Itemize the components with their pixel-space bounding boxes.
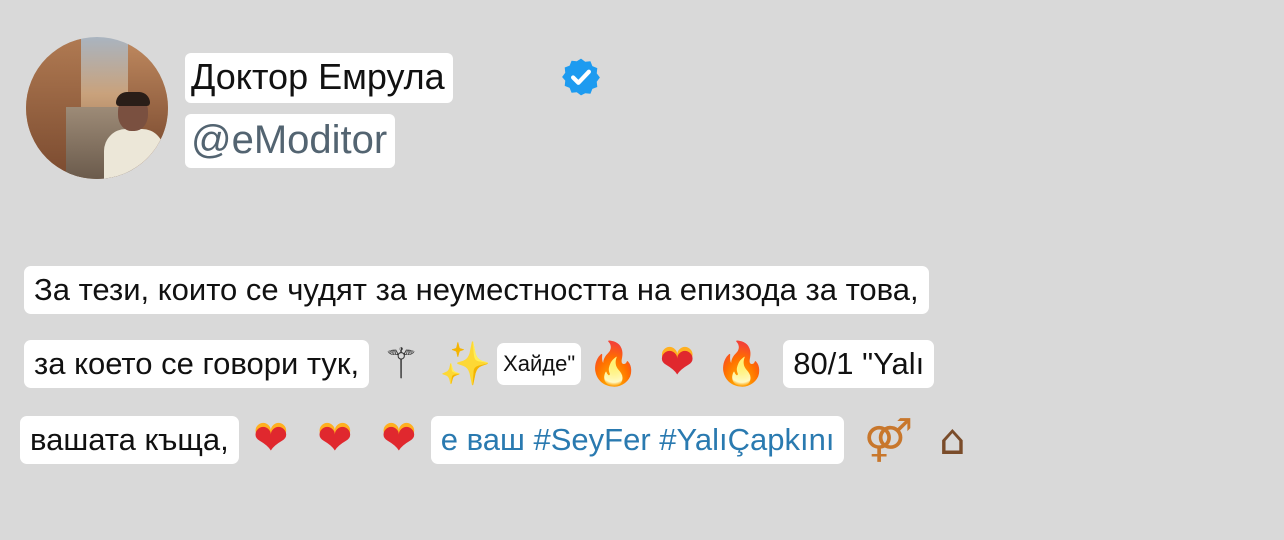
avatar[interactable] (26, 37, 168, 179)
tweet-text: За тези, които се чудят за неуместността… (24, 266, 929, 314)
avatar-photo-person (104, 129, 164, 179)
author-name[interactable]: Доктор Емрула (185, 53, 453, 103)
tweet-line-2: за което се говори тук, ⚚ ✨ Хайде" 🔥 ❤ 🔥… (24, 339, 935, 388)
avatar-photo-hair (116, 92, 150, 106)
tweet-line-3: вашата къща, ❤ ❤ ❤ е ваш #SeyFer #YalıÇa… (20, 416, 984, 464)
heart-on-fire-icon: ❤ (317, 415, 353, 464)
magic-wand-icon: ⚚ (382, 339, 420, 388)
heart-on-fire-icon: ❤ (381, 415, 417, 464)
couple-icon: ⚤ (863, 415, 914, 464)
fire-icon: 🔥 (587, 339, 640, 388)
heart-on-fire-icon: ❤ (659, 339, 695, 388)
hashtag-link[interactable]: е ваш #SeyFer #YalıÇapkını (430, 416, 845, 464)
tweet-text: Хайде" (497, 343, 582, 385)
tweet-text: 80/1 "Yalı (783, 340, 935, 388)
sparkles-icon: ✨ (439, 339, 492, 388)
author-handle[interactable]: @eModitor (185, 114, 396, 168)
tweet-text: за което се говори тук, (24, 340, 370, 388)
fire-icon: 🔥 (715, 339, 768, 388)
verified-badge-icon (562, 58, 600, 96)
heart-on-fire-icon: ❤ (253, 415, 289, 464)
tweet-line-1: За тези, които се чудят за неуместността… (24, 266, 929, 314)
tweet-text: вашата къща, (20, 416, 239, 464)
house-with-garden-icon: ⌂ (939, 415, 966, 464)
